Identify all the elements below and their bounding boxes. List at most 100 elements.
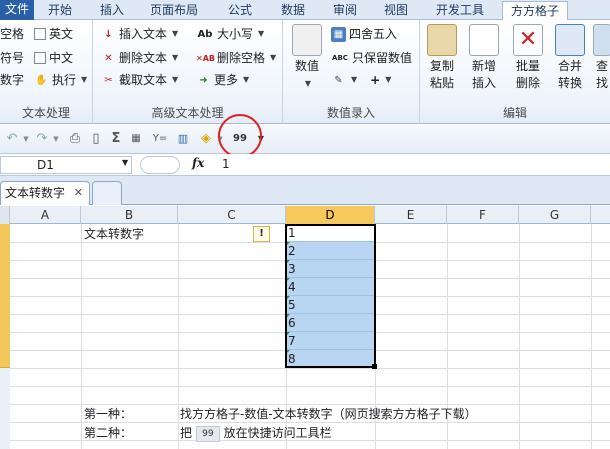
fill-handle[interactable] [372,364,377,369]
space-option[interactable]: 空格 [0,24,24,44]
formula-input[interactable]: 1 [222,157,230,171]
formula-bar: D1 ▼ fx 1 [0,154,610,176]
tab-home[interactable]: 开始 [48,1,72,20]
symbol-label: 符号 [0,51,25,65]
find-button[interactable]: 查 找 [592,24,610,92]
new-tab-button[interactable] [92,181,122,205]
fill-color-icon[interactable]: ◈ [198,130,214,148]
symbol-option[interactable]: 符号 [0,48,24,68]
filter-icon[interactable]: Y= [150,130,170,148]
close-icon[interactable]: ✕ [74,182,83,204]
tab-developer[interactable]: 开发工具 [436,1,484,20]
print-icon[interactable]: ⎙ [66,130,84,148]
table-icon[interactable]: ▦ [128,130,144,148]
group-label-text: 文本处理 [21,106,70,120]
extract-text-label: 截取文本 [119,73,168,87]
tab-review[interactable]: 审阅 [333,1,357,20]
group-text-processing: 空格 英文 符号 中文 数字 ✋ 执行 ▼ 文本处理 [0,20,93,124]
tab-data[interactable]: 数据 [281,1,305,20]
name-box[interactable]: D1 [0,156,132,174]
cell-b1[interactable]: 文本转数字 [84,225,144,243]
quick-access-toolbar: ↶ ▼ ↷ ▼ ⎙ ▯ Σ ▦ Y= ▥ ◈ ▼ 99 ▼ [0,125,610,154]
english-label: 英文 [49,27,74,41]
name-box-dropdown-icon[interactable]: ▼ [122,158,128,167]
tab-insert[interactable]: 插入 [100,1,124,20]
column-header-d[interactable]: D [286,206,375,224]
note-text-2[interactable]: 把 99 放在快捷访问工具栏 [180,424,332,442]
grid-line [10,368,610,369]
new-document-icon[interactable]: ▯ [88,130,104,148]
case-button[interactable]: Ab 大小写 ▼ [196,24,265,44]
insert-text-label: 插入文本 [119,27,168,41]
selection-border [285,224,376,368]
delete-text-button[interactable]: ✕ 删除文本 ▼ [101,48,178,68]
workbook-tab[interactable]: 文本转数字 ✕ [0,181,90,205]
insert-text-button[interactable]: ↓ 插入文本 ▼ [101,24,178,44]
execute-label: 执行 [52,73,77,87]
chinese-label: 中文 [49,51,74,65]
add-insert-button[interactable]: 新增 插入 [462,24,506,92]
keep-numbers-button[interactable]: ABC 只保留数值 [331,48,412,68]
undo-icon[interactable]: ↶ [4,130,20,148]
tab-file[interactable]: 文件 [0,0,34,20]
column-header-b[interactable]: B [81,206,178,224]
select-all-corner[interactable] [0,206,10,224]
column-header-g[interactable]: G [519,206,591,224]
row-headers-selected[interactable] [0,224,10,368]
highlight-circle [218,114,262,158]
add-insert-line2: 插入 [471,76,496,90]
copy-paste-button[interactable]: 复制 粘贴 [420,24,464,92]
english-checkbox[interactable] [34,28,46,40]
english-option[interactable]: 英文 [34,24,73,44]
find-icon [593,24,610,56]
copy-paste-line2: 粘贴 [429,76,454,90]
round-icon: ▦ [331,26,346,42]
grid-line [519,224,520,449]
extract-text-icon: ✂ [104,74,113,86]
execute-button[interactable]: ✋ 执行 ▼ [34,70,87,90]
chinese-checkbox[interactable] [34,52,46,64]
chinese-option[interactable]: 中文 [34,48,73,68]
round-button[interactable]: ▦ 四舍五入 [331,24,397,44]
note-label-2[interactable]: 第二种： [84,424,132,442]
more-button[interactable]: ➜ 更多 ▼ [196,70,249,90]
grid-line [81,224,82,449]
extract-text-button[interactable]: ✂ 截取文本 ▼ [101,70,178,90]
column-header-c[interactable]: C [178,206,286,224]
delete-space-button[interactable]: ✕AB 删除空格 ▼ [196,48,276,68]
error-warning-icon[interactable]: ! [253,226,270,242]
numeric-button[interactable]: 数值 ▼ [285,24,329,92]
tab-formulas[interactable]: 公式 [228,1,252,20]
tab-fangfang[interactable]: 方方格子 [502,1,569,21]
column-header-f[interactable]: F [447,206,519,224]
tab-view[interactable]: 视图 [384,1,408,20]
dropdown-arrow-icon: ▼ [385,75,392,84]
redo-dropdown-icon[interactable]: ▼ [52,130,60,148]
column-header-e[interactable]: E [375,206,447,224]
chart-icon[interactable]: ▥ [174,130,192,148]
dropdown-arrow-icon: ▼ [172,53,179,62]
batch-delete-button[interactable]: ✕ 批量 删除 [506,24,550,92]
fx-icon[interactable]: fx [192,156,204,170]
undo-dropdown-icon[interactable]: ▼ [22,130,30,148]
zoom-handle[interactable] [140,156,180,174]
group-edit: 复制 粘贴 新增 插入 ✕ 批量 删除 合并 转换 查 找 编辑 [420,20,610,124]
numeric-extra-button[interactable]: ✎ ▼ + ▼ [331,70,391,90]
text-to-number-icon: 99 [195,425,220,442]
column-header-a[interactable]: A [10,206,81,224]
row-headers[interactable] [0,368,10,449]
add-insert-line1: 新增 [471,59,496,73]
more-label: 更多 [214,73,239,87]
note-label-1[interactable]: 第一种： [84,405,132,423]
dropdown-arrow-icon: ▼ [304,79,312,88]
redo-icon[interactable]: ↷ [34,130,50,148]
tab-page-layout[interactable]: 页面布局 [150,1,198,20]
note-text-1[interactable]: 找方方格子-数值-文本转数字（网页搜索方方格子下载） [180,405,477,423]
number-option[interactable]: 数字 [0,70,24,90]
dropdown-arrow-icon: ▼ [258,29,265,38]
keep-numbers-icon: ABC [332,53,348,62]
numeric-label: 数值 [294,59,319,73]
merge-convert-button[interactable]: 合并 转换 [548,24,592,92]
dropdown-arrow-icon: ▼ [243,75,250,84]
sum-icon[interactable]: Σ [108,130,124,148]
